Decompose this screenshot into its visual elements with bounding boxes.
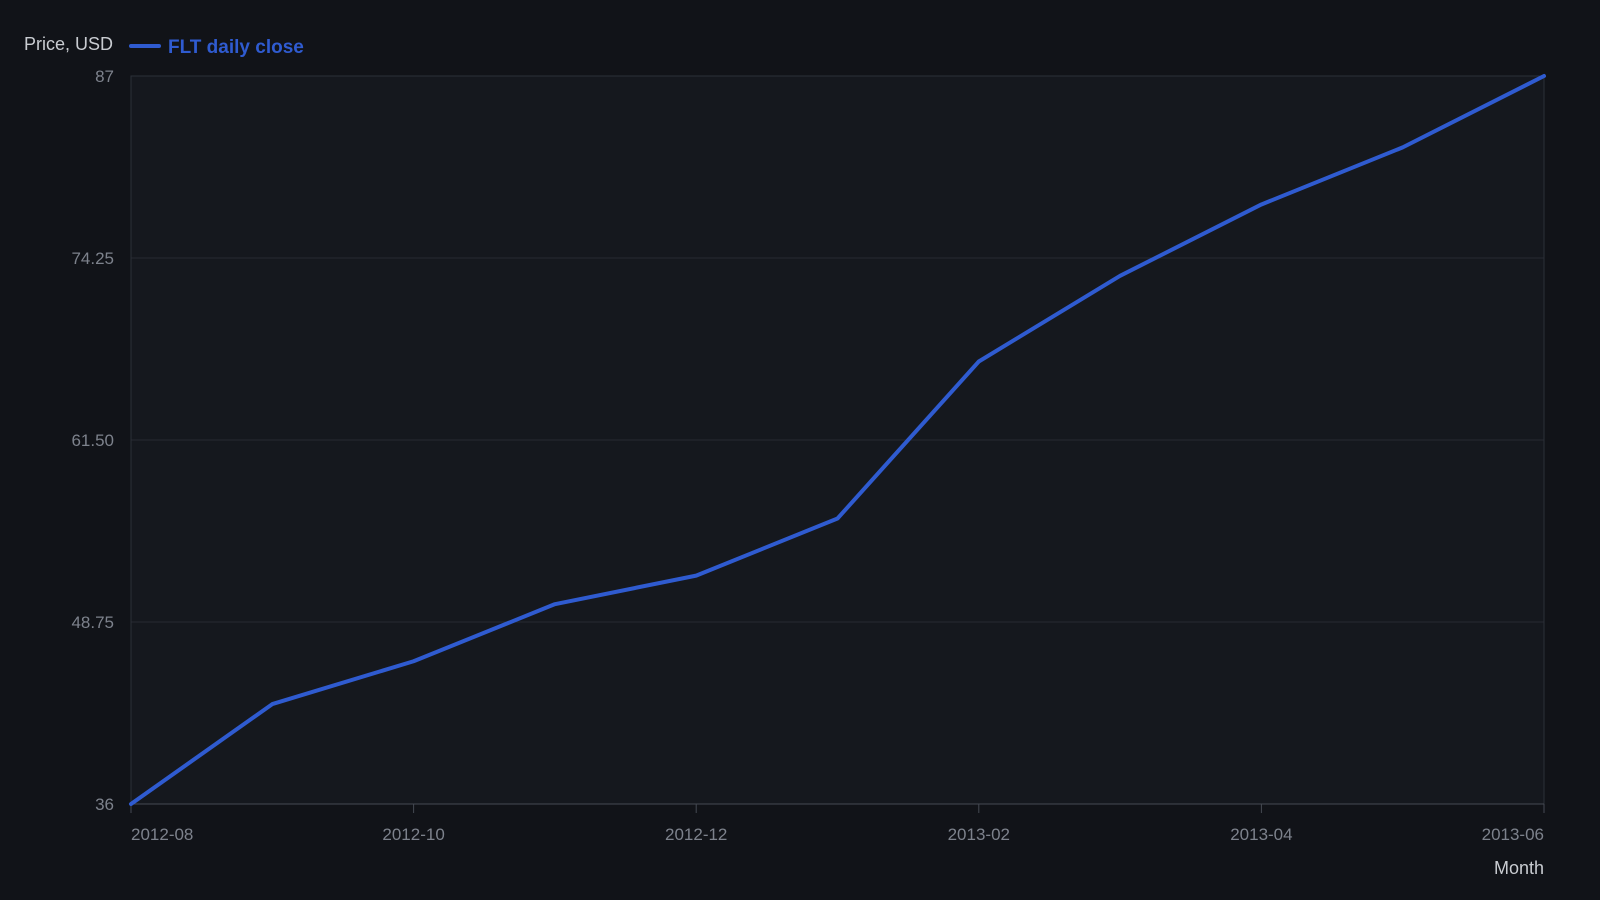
y-axis-label: Price, USD bbox=[24, 34, 113, 54]
x-tick-label: 2013-04 bbox=[1230, 825, 1292, 844]
x-tick-label: 2012-10 bbox=[382, 825, 444, 844]
legend-label: FLT daily close bbox=[168, 37, 304, 58]
x-tick-label: 2013-06 bbox=[1482, 825, 1544, 844]
x-axis: 2012-08 2012-10 2012-12 2013-02 2013-04 2013-… bbox=[130, 803, 1545, 844]
y-tick-label: 87 bbox=[95, 67, 114, 86]
x-tick-label: 2012-12 bbox=[665, 825, 727, 844]
line-chart: 36 48.75 61.50 74.25 87 2012-08 2012-10 2012-1… bbox=[24, 34, 1546, 878]
x-axis-label: Month bbox=[1494, 858, 1544, 878]
y-tick-label: 48.75 bbox=[71, 613, 114, 632]
x-tick-label: 2012-08 bbox=[131, 825, 193, 844]
y-tick-label: 36 bbox=[95, 795, 114, 814]
x-tick-label: 2013-02 bbox=[948, 825, 1010, 844]
y-axis: 36 48.75 61.50 74.25 87 bbox=[71, 67, 114, 814]
chart: 36 48.75 61.50 74.25 87 2012-08 2012-10 2012-1… bbox=[0, 0, 1600, 900]
y-tick-label: 61.50 bbox=[71, 431, 114, 450]
y-tick-label: 74.25 bbox=[71, 249, 114, 268]
legend: FLT daily close bbox=[129, 37, 304, 58]
